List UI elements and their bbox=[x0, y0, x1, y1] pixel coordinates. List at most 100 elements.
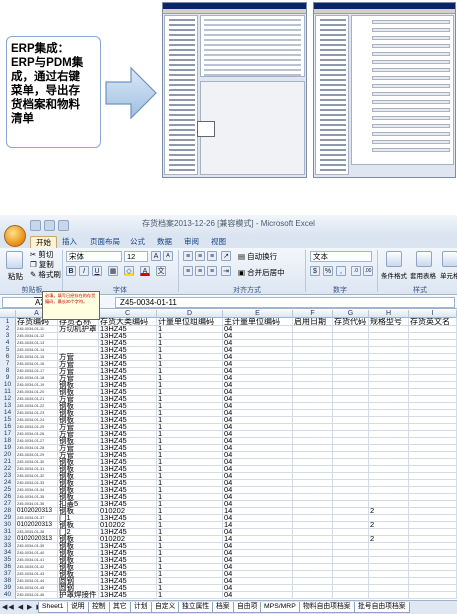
office-button[interactable] bbox=[4, 225, 26, 247]
column-header[interactable]: E bbox=[223, 310, 293, 318]
cell-a[interactable]: Z45-0034-01-46 bbox=[16, 591, 58, 599]
sheet-tab[interactable]: 批号自由项档案 bbox=[354, 602, 410, 613]
sheet-tab[interactable]: MPS/MRP bbox=[260, 602, 300, 613]
callout-line: 菜单，导出存 bbox=[11, 85, 80, 97]
paste-icon[interactable] bbox=[6, 251, 23, 269]
group-divider bbox=[377, 250, 378, 292]
sheet-tab[interactable]: 其它 bbox=[109, 602, 131, 613]
copy-label: 复制 bbox=[38, 260, 54, 269]
tab-home[interactable]: 开始 bbox=[30, 236, 57, 248]
callout-line: ERP集成： bbox=[11, 43, 70, 55]
sheet-tab[interactable]: 自定义 bbox=[151, 602, 180, 613]
sheet-tab[interactable]: 计划 bbox=[130, 602, 152, 613]
font-color-icon[interactable]: A bbox=[140, 266, 150, 276]
sheet-tab[interactable]: 自由项 bbox=[233, 602, 262, 613]
align-left-icon[interactable]: ≡ bbox=[183, 266, 193, 276]
column-header[interactable]: I bbox=[409, 310, 457, 318]
format-painter-button[interactable]: ✎ 格式刷 bbox=[30, 269, 61, 280]
fill-color-icon[interactable]: ◇ bbox=[124, 266, 134, 276]
font-size-select[interactable]: 12 bbox=[124, 251, 148, 262]
comma-icon[interactable]: , bbox=[336, 266, 346, 276]
tab-page-layout[interactable]: 页面布局 bbox=[90, 236, 120, 248]
tab-insert[interactable]: 插入 bbox=[62, 236, 77, 248]
list-panel bbox=[200, 15, 305, 77]
sheet-tab[interactable]: 控制 bbox=[88, 602, 110, 613]
sheet-tab[interactable]: 档案 bbox=[212, 602, 234, 613]
callout-line: 货档案和物料 bbox=[11, 99, 80, 111]
column-header[interactable]: F bbox=[293, 310, 333, 318]
align-bottom-icon[interactable]: ≡ bbox=[207, 251, 217, 261]
spreadsheet-grid: 1 存货编码 存货名称 存货大类编码 计量单位组编码 主计量单位编码 启用日期 存货代码 规格型… bbox=[0, 318, 457, 600]
grow-font-button[interactable]: A bbox=[151, 251, 161, 261]
phonetic-icon[interactable]: 文 bbox=[156, 266, 166, 276]
formula-input[interactable]: Z45-0034-01-11 bbox=[115, 297, 455, 308]
cell-i[interactable] bbox=[409, 591, 457, 599]
callout-line: 成，通过右键 bbox=[11, 71, 80, 83]
tree-panel bbox=[164, 15, 198, 175]
number-format-select[interactable]: 文本 bbox=[310, 251, 372, 262]
sheet-tab[interactable]: 独立属性 bbox=[178, 602, 214, 613]
column-header[interactable]: G bbox=[333, 310, 369, 318]
align-right-icon[interactable]: ≡ bbox=[207, 266, 217, 276]
tab-formulas[interactable]: 公式 bbox=[130, 236, 145, 248]
percent-icon[interactable]: % bbox=[323, 266, 333, 276]
cell-h[interactable] bbox=[369, 591, 409, 599]
alignment-group-label: 对齐方式 bbox=[233, 287, 261, 294]
excel-window: 存货档案2013-12-26 [兼容模式] - Microsoft Excel … bbox=[0, 215, 457, 614]
merge-center-button[interactable]: ▣ 合并后居中 bbox=[238, 267, 285, 278]
italic-button[interactable]: I bbox=[79, 266, 89, 276]
sheet-tab[interactable]: 物料自由项档案 bbox=[299, 602, 355, 613]
erp-screenshot-context-menu bbox=[162, 2, 307, 178]
font-name-select[interactable]: 宋体 bbox=[66, 251, 122, 262]
currency-icon[interactable]: $ bbox=[310, 266, 320, 276]
form-panel bbox=[351, 15, 454, 165]
bold-button[interactable]: B bbox=[66, 266, 76, 276]
border-icon[interactable]: ▦ bbox=[108, 266, 118, 276]
cell-g[interactable] bbox=[333, 591, 369, 599]
underline-button[interactable]: U bbox=[92, 266, 102, 276]
erp-integration-callout: ERP集成： ERP与PDM集 成，通过右键 菜单，导出存 货档案和物料 清单 bbox=[6, 36, 101, 148]
column-header[interactable]: H bbox=[369, 310, 409, 318]
merge-center-label: 合并后居中 bbox=[247, 268, 285, 277]
column-header[interactable]: D bbox=[157, 310, 223, 318]
cell-d[interactable]: 1 bbox=[157, 591, 223, 599]
group-divider bbox=[178, 250, 179, 292]
tab-view[interactable]: 视图 bbox=[211, 236, 226, 248]
select-all-corner[interactable] bbox=[0, 310, 16, 318]
tab-data[interactable]: 数据 bbox=[157, 236, 172, 248]
shrink-font-button[interactable]: A bbox=[163, 251, 173, 261]
cell-e[interactable]: 04 bbox=[223, 591, 293, 599]
right-arrow-icon bbox=[105, 66, 157, 120]
cell-c[interactable]: 13HZ45 bbox=[99, 591, 157, 599]
row-number[interactable]: 40 bbox=[0, 591, 16, 599]
column-header[interactable]: C bbox=[99, 310, 157, 318]
ribbon-tabs: 开始 插入 页面布局 公式 数据 审阅 视图 bbox=[0, 234, 457, 248]
sheet-tab-bar: ◀◀ ◀ ▶ ▶▶ Sheet1 说明 控制 其它 计划 自定义 独立属性 档案 自由项 MPS/… bbox=[0, 600, 457, 614]
font-group-label: 字体 bbox=[113, 287, 127, 294]
indent-icon[interactable]: ⇥ bbox=[221, 266, 231, 276]
paste-button[interactable]: 粘贴 bbox=[8, 271, 23, 282]
tree-panel bbox=[315, 15, 349, 175]
cell-style-icon[interactable] bbox=[442, 251, 457, 267]
align-middle-icon[interactable]: ≡ bbox=[195, 251, 205, 261]
table-format-icon[interactable] bbox=[416, 251, 432, 267]
cell-b[interactable]: 护罩焊接件 bbox=[58, 591, 99, 599]
align-top-icon[interactable]: ≡ bbox=[183, 251, 193, 261]
conditional-format-button[interactable]: 条件格式 bbox=[381, 270, 407, 280]
table-format-button[interactable]: 套用表格格式 bbox=[410, 270, 436, 280]
sheet-tab[interactable]: Sheet1 bbox=[38, 602, 68, 613]
orientation-icon[interactable]: ↗ bbox=[221, 251, 231, 261]
tab-review[interactable]: 审阅 bbox=[184, 236, 199, 248]
increase-decimal-icon[interactable]: .0 bbox=[351, 266, 361, 276]
cell-f[interactable] bbox=[293, 591, 333, 599]
sheet-tab[interactable]: 说明 bbox=[67, 602, 89, 613]
ribbon: 粘贴 ✂ 剪切 ❐ 复制 ✎ 格式刷 剪贴板 宋体 12 A A B I U ▦… bbox=[0, 248, 457, 295]
styles-group-label: 样式 bbox=[413, 287, 427, 294]
conditional-format-icon[interactable] bbox=[386, 251, 402, 267]
cell-style-button[interactable]: 单元格样式 bbox=[440, 270, 457, 280]
table-row: 40 Z45-0034-01-46 护罩焊接件 13HZ45 1 04 bbox=[0, 591, 457, 600]
align-center-icon[interactable]: ≡ bbox=[195, 266, 205, 276]
decrease-decimal-icon[interactable]: .00 bbox=[363, 266, 373, 276]
window-menubar bbox=[163, 9, 306, 14]
wrap-text-button[interactable]: ▤ 自动换行 bbox=[238, 251, 277, 262]
